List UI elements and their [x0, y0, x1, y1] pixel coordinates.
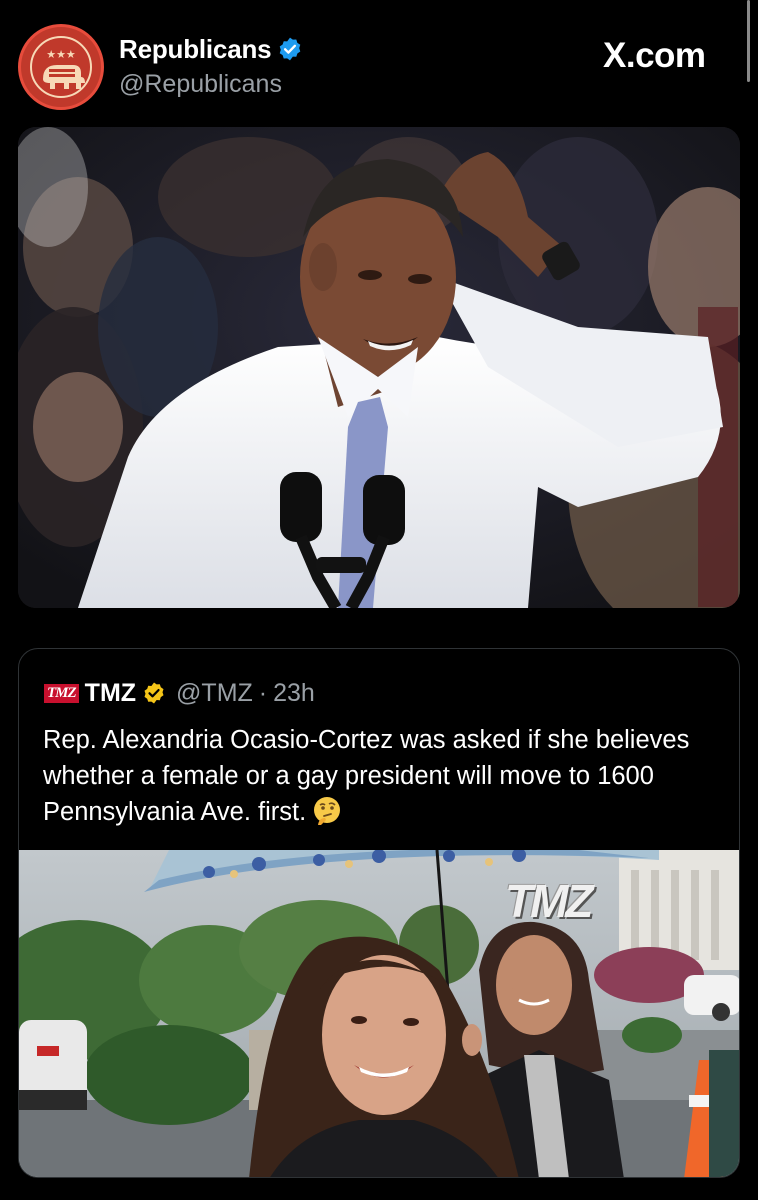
- account-name[interactable]: Republicans: [119, 34, 272, 65]
- republicans-avatar[interactable]: ★★★: [18, 24, 104, 110]
- quoted-tweet-image[interactable]: TMZ: [19, 850, 739, 1177]
- quoted-tweet-text: Rep. Alexandria Ocasio-Cortez was asked …: [43, 722, 723, 830]
- tmz-watermark-logo: TMZ: [505, 875, 593, 927]
- gold-verified-badge-icon: [144, 682, 164, 704]
- tmz-avatar-logo[interactable]: TMZ: [44, 683, 79, 703]
- tweet-time[interactable]: 23h: [273, 679, 315, 708]
- post-image-speaker[interactable]: [18, 127, 740, 608]
- quoted-account-handle[interactable]: @TMZ: [176, 679, 253, 708]
- quoted-tweet-header: TMZ TMZ @TMZ · 23h: [44, 675, 315, 711]
- x-brand-logo: X.com: [603, 36, 706, 75]
- svg-text:★★★: ★★★: [46, 48, 76, 61]
- thinking-face-emoji: [314, 797, 341, 825]
- tweet-body: Rep. Alexandria Ocasio-Cortez was asked …: [43, 726, 690, 826]
- account-handle[interactable]: @Republicans: [119, 70, 282, 99]
- verified-badge-icon: [280, 37, 301, 61]
- quoted-account-name[interactable]: TMZ: [85, 679, 136, 708]
- dot-separator: ·: [258, 678, 268, 707]
- post-header: ★★★ Republicans @Republicans X.com: [0, 0, 758, 118]
- quoted-tweet-card[interactable]: TMZ TMZ @TMZ · 23h Rep. Alexandria Ocasi…: [18, 648, 740, 1178]
